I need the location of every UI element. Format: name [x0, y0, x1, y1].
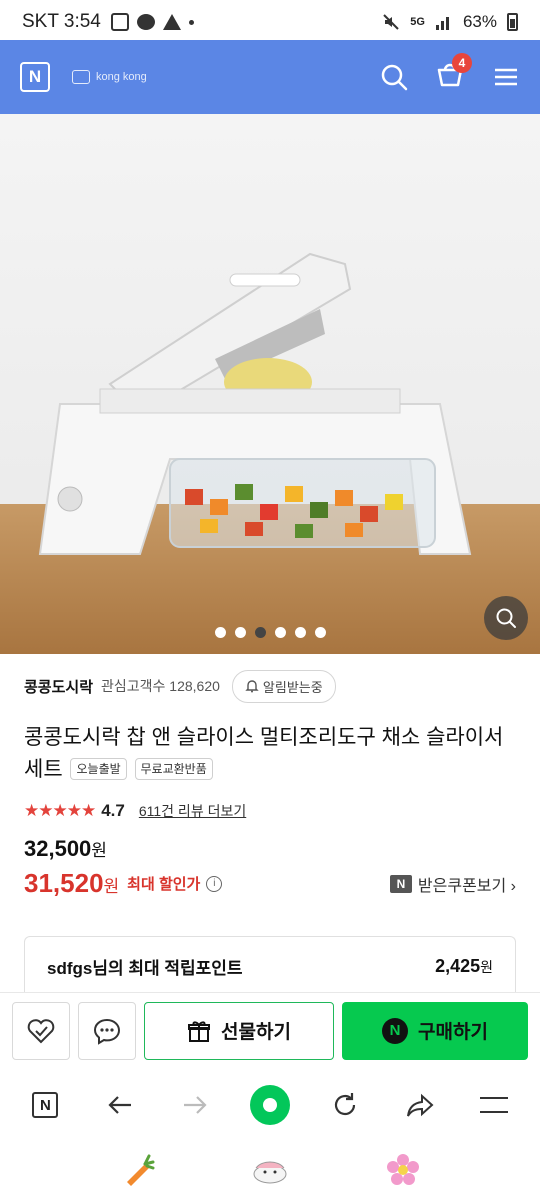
original-price-value: 32,500	[24, 836, 92, 861]
carousel-dot[interactable]	[234, 627, 246, 638]
coupon-link[interactable]: N 받은쿠폰보기 ›	[389, 872, 516, 896]
coupon-label: 받은쿠폰보기 ›	[417, 877, 516, 895]
carousel-dot[interactable]	[274, 627, 286, 638]
buy-button[interactable]: N 구매하기	[342, 1001, 528, 1060]
heart-check-icon	[27, 1018, 55, 1043]
naver-home-tab[interactable]: N	[20, 1080, 70, 1130]
battery-level: 63%	[462, 12, 497, 31]
star-rating-icon: ★★★★★	[24, 801, 96, 820]
status-time: SKT 3:54	[22, 11, 101, 32]
bell-icon	[245, 680, 259, 693]
carousel-dot[interactable]	[314, 627, 326, 638]
tag-free-return: 무료교환반품	[134, 758, 213, 780]
carousel-dot[interactable]	[294, 627, 306, 638]
back-arrow-icon	[108, 1096, 132, 1114]
points-label: sdfgs님의 최대 적립포인트	[47, 959, 243, 978]
tag-today-ship: 오늘출발	[70, 758, 127, 780]
cart-count-badge: 4	[452, 52, 472, 73]
purchase-bar: 선물하기 N 구매하기	[0, 992, 540, 1068]
naver-pay-icon: N	[382, 1017, 409, 1044]
original-price: 32,500원	[24, 836, 516, 862]
status-bar: SKT 3:54 5G 63%	[0, 0, 540, 44]
gift-icon	[188, 1020, 211, 1042]
more-notifications-icon	[188, 19, 194, 25]
notify-label: 알림받는중	[262, 679, 323, 695]
hamburger-icon	[480, 1097, 509, 1113]
zoom-icon	[496, 608, 516, 628]
max-discount-label: 최대 할인가	[127, 876, 201, 893]
notification-toggle-button[interactable]: 알림받는중	[231, 669, 336, 703]
points-value: 2,425원	[435, 956, 493, 977]
mute-icon	[383, 14, 399, 30]
back-button[interactable]	[95, 1080, 145, 1130]
lunchbox-icon	[72, 70, 90, 84]
product-image-carousel[interactable]	[0, 114, 540, 654]
flower-shortcut[interactable]	[383, 1150, 423, 1190]
product-info: 콩콩도시락 관심고객수 128,620 알림받는중 콩콩도시락 찹 앤 슬라이스…	[24, 666, 516, 899]
gallery-notification-icon	[110, 13, 129, 31]
flower-icon	[387, 1154, 420, 1185]
carousel-indicator	[0, 627, 540, 638]
refresh-icon	[334, 1093, 355, 1116]
sale-price-value: 31,520	[24, 868, 104, 898]
zoom-button[interactable]	[484, 596, 528, 640]
warning-icon	[162, 14, 181, 30]
menu-icon[interactable]	[492, 63, 520, 91]
gift-button[interactable]: 선물하기	[144, 1001, 334, 1060]
buy-label: 구매하기	[418, 1022, 488, 1043]
gift-label: 선물하기	[221, 1022, 291, 1043]
info-icon[interactable]: i	[206, 875, 223, 892]
battery-icon	[507, 13, 518, 31]
follower-count: 관심고객수 128,620	[101, 678, 220, 694]
currency-label: 원	[103, 877, 120, 896]
share-icon	[406, 1093, 434, 1117]
naver-home-button[interactable]: N	[20, 62, 50, 92]
store-brand-logo[interactable]: kong kong	[72, 70, 147, 84]
currency-label: 원	[480, 959, 493, 975]
wishlist-button[interactable]	[12, 1001, 70, 1060]
carrot-shortcut[interactable]	[117, 1150, 157, 1190]
chat-icon	[93, 1018, 121, 1045]
rating-value: 4.7	[101, 801, 125, 820]
carousel-dot[interactable]	[214, 627, 226, 638]
bottom-shortcut-dock	[0, 1140, 540, 1200]
sale-price-row: 31,520원 최대 할인가 i N 받은쿠폰보기 ›	[24, 868, 516, 899]
carousel-dot-active[interactable]	[254, 627, 266, 638]
share-button[interactable]	[395, 1080, 445, 1130]
cart-button[interactable]: 4	[436, 52, 472, 94]
browser-toolbar: N	[0, 1070, 540, 1140]
refresh-button[interactable]	[320, 1080, 370, 1130]
carrot-icon	[126, 1154, 155, 1186]
app-header: N kong kong 4	[0, 40, 540, 114]
rating-row: ★★★★★ 4.7 611건 리뷰 더보기	[24, 798, 516, 824]
points-box[interactable]: sdfgs님의 최대 적립포인트 2,425원	[24, 936, 516, 996]
store-row: 콩콩도시락 관심고객수 128,620 알림받는중	[24, 666, 516, 706]
sushi-icon	[253, 1161, 287, 1184]
naver-icon: N	[32, 1092, 59, 1118]
chat-button[interactable]	[78, 1001, 136, 1060]
network-label: 5G	[410, 16, 425, 28]
sale-price: 31,520원	[24, 868, 119, 899]
naver-pay-icon: N	[389, 874, 412, 893]
product-photo	[38, 252, 472, 555]
search-icon[interactable]	[380, 63, 408, 91]
forward-button[interactable]	[170, 1080, 220, 1130]
home-button[interactable]	[245, 1080, 295, 1130]
rice-cake-shortcut[interactable]	[250, 1150, 290, 1190]
review-link[interactable]: 611건 리뷰 더보기	[139, 801, 246, 821]
store-name[interactable]: 콩콩도시락	[24, 676, 93, 697]
points-amount: 2,425	[435, 956, 481, 976]
chat-notification-icon	[136, 14, 155, 30]
green-home-icon	[249, 1085, 290, 1125]
signal-icon	[435, 17, 449, 30]
brand-text: kong kong	[96, 71, 147, 83]
browser-menu-button[interactable]	[469, 1080, 519, 1130]
forward-arrow-icon	[184, 1096, 207, 1114]
currency-label: 원	[91, 841, 107, 860]
product-title: 콩콩도시락 찹 앤 슬라이스 멀티조리도구 채소 슬라이서 세트 오늘출발 무료…	[24, 722, 516, 786]
